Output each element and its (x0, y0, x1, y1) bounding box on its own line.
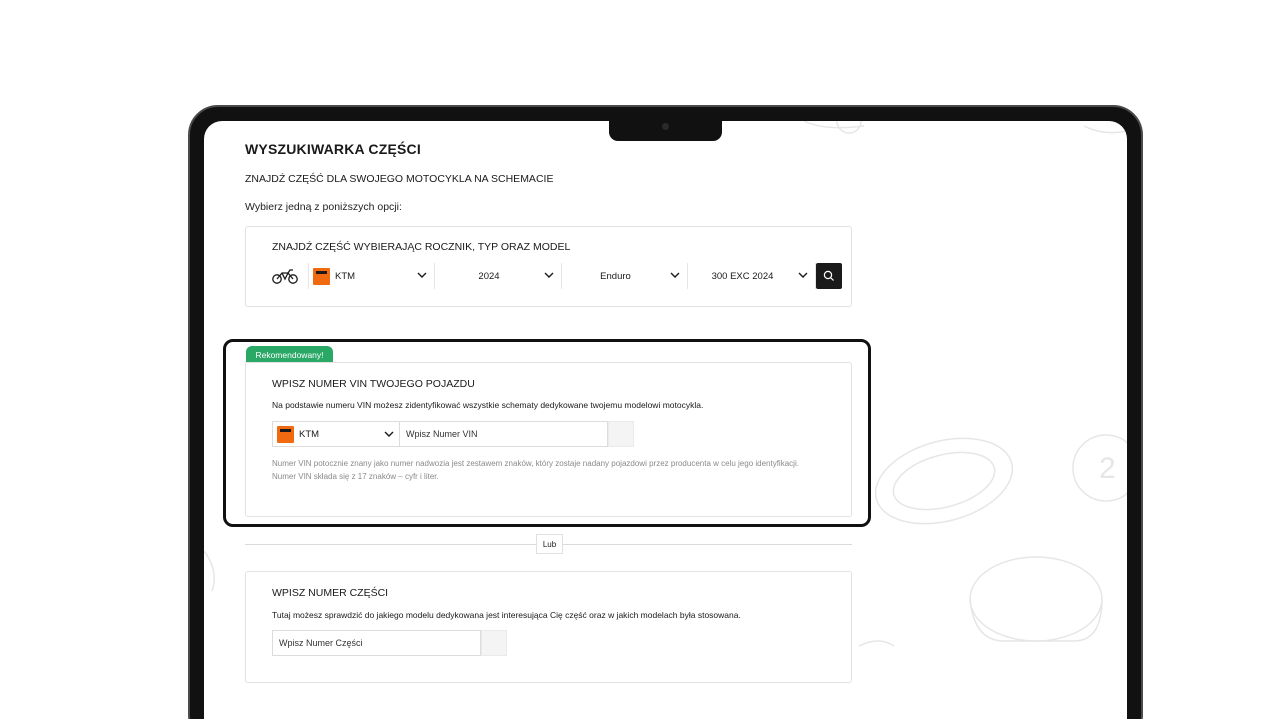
vin-search-description: Na podstawie numeru VIN możesz zidentyfi… (272, 400, 704, 410)
year-select-value: 2024 (478, 270, 500, 282)
chevron-down-icon (384, 431, 394, 437)
recommended-badge: Rekomendowany! (246, 346, 333, 363)
chevron-down-icon (798, 272, 808, 278)
vin-brand-select[interactable]: KTM (272, 421, 400, 447)
model-select-value: 300 EXC 2024 (711, 270, 774, 282)
vin-input[interactable] (399, 421, 608, 447)
vin-info-note: Numer VIN potocznie znany jako numer nad… (272, 459, 799, 481)
type-select[interactable]: Enduro (562, 263, 688, 289)
brand-select-value: KTM (335, 270, 356, 282)
part-search-title: WPISZ NUMER CZĘŚCI (272, 587, 389, 599)
chevron-down-icon (544, 272, 554, 278)
part-search-description: Tutaj możesz sprawdzić do jakiego modelu… (272, 610, 741, 620)
model-search-title: ZNAJDŹ CZĘŚĆ WYBIERAJĄC ROCZNIK, TYP ORA… (272, 241, 571, 253)
motorcycle-icon (272, 269, 298, 284)
svg-text:2: 2 (1099, 452, 1116, 485)
model-search-card: ZNAJDŹ CZĘŚĆ WYBIERAJĄC ROCZNIK, TYP ORA… (245, 226, 852, 307)
chevron-down-icon (417, 272, 427, 278)
page-subtitle: ZNAJDŹ CZĘŚĆ DLA SWOJEGO MOTOCYKLA NA SC… (245, 173, 554, 185)
part-number-input[interactable] (272, 630, 481, 656)
camera-icon (662, 123, 669, 130)
ktm-logo (277, 425, 294, 443)
year-select[interactable]: 2024 (435, 263, 562, 289)
page-title: WYSZUKIWARKA CZĘŚCI (245, 141, 421, 157)
vin-brand-value: KTM (299, 428, 320, 440)
vin-search-card: WPISZ NUMER VIN TWOJEGO POJAZDU Na podst… (245, 362, 852, 517)
brand-select[interactable]: KTM (308, 263, 435, 289)
chevron-down-icon (670, 272, 680, 278)
part-search-card: WPISZ NUMER CZĘŚCI Tutaj możesz sprawdzi… (245, 571, 852, 683)
vin-search-title: WPISZ NUMER VIN TWOJEGO POJAZDU (272, 378, 475, 390)
divider-label: Lub (536, 534, 563, 554)
search-button[interactable] (816, 263, 842, 289)
part-submit-button[interactable] (481, 630, 507, 656)
vin-submit-button[interactable] (608, 421, 634, 447)
browser-viewport: 2 WYSZUKIWARKA CZĘŚCI ZNAJDŹ CZĘŚĆ DLA S… (204, 121, 1127, 719)
search-icon (823, 270, 834, 281)
ktm-logo (313, 267, 330, 285)
page-instruction: Wybierz jedną z poniższych opcji: (245, 201, 402, 213)
type-select-value: Enduro (600, 270, 631, 282)
model-select[interactable]: 300 EXC 2024 (688, 263, 816, 289)
